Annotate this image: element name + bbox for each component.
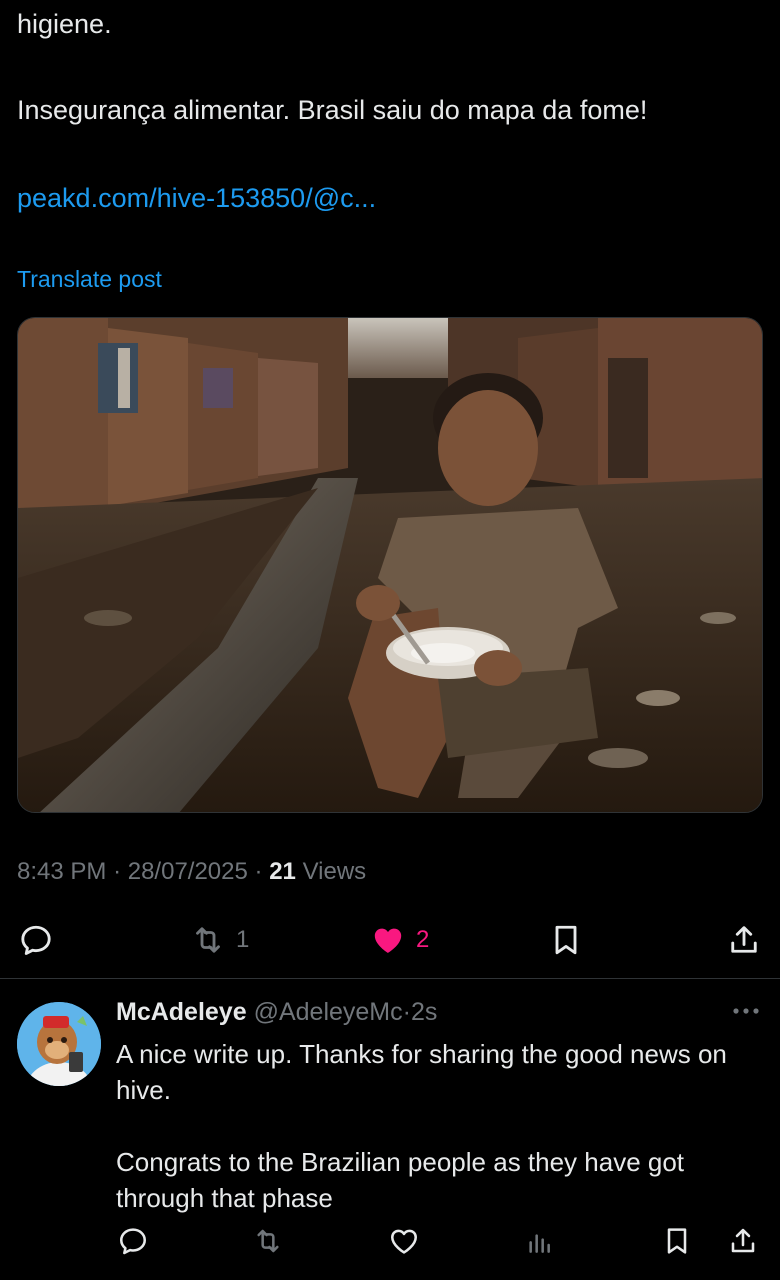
share-icon (731, 1228, 755, 1253)
more-icon (733, 1008, 759, 1014)
reply-bookmark-button[interactable] (661, 1225, 693, 1262)
reply-author-handle[interactable]: @AdeleyeMc (254, 998, 403, 1026)
post-date[interactable]: 28/07/2025 (128, 858, 248, 885)
reply-icon (120, 1228, 147, 1255)
avatar[interactable] (17, 1002, 101, 1086)
reply-time[interactable]: 2s (411, 998, 437, 1026)
reply-retweet-button[interactable] (252, 1225, 284, 1262)
reply-body: A nice write up. Thanks for sharing the … (116, 1036, 756, 1216)
post-text-line: Insegurança alimentar. Brasil saiu do ma… (17, 95, 648, 125)
post-time[interactable]: 8:43 PM (17, 858, 106, 885)
reply-paragraph: A nice write up. Thanks for sharing the … (116, 1039, 727, 1105)
retweet-button[interactable]: 1 (190, 915, 249, 965)
post-image-illustration (18, 318, 762, 812)
retweet-icon (257, 1229, 279, 1253)
heart-icon (374, 928, 402, 953)
more-button[interactable] (732, 1004, 760, 1022)
reply-like-button[interactable] (388, 1225, 420, 1262)
reply-share-button[interactable] (727, 1225, 759, 1262)
post-meta: 8:43 PM · 28/07/2025 · 21 Views (17, 858, 366, 886)
reply-header: McAdeleye @AdeleyeMc·2s (116, 998, 437, 1027)
heart-icon (391, 1229, 417, 1254)
post-actions: 1 2 (0, 915, 780, 965)
meta-separator: · (254, 858, 270, 885)
divider (0, 978, 780, 979)
retweet-count: 1 (236, 926, 250, 953)
translate-post-link[interactable]: Translate post (17, 266, 162, 293)
reply-author-name[interactable]: McAdeleye (116, 998, 247, 1026)
meta-separator: · (113, 858, 128, 885)
reply-button[interactable] (18, 915, 54, 965)
bookmark-icon (555, 925, 577, 955)
reply-actions (0, 1225, 780, 1265)
post-link[interactable]: peakd.com/hive-153850/@c... (17, 176, 376, 220)
share-button[interactable] (726, 915, 762, 965)
views-icon (529, 1234, 550, 1253)
reply-tweet[interactable]: McAdeleye @AdeleyeMc·2s A nice write up.… (0, 980, 780, 1280)
like-count: 2 (416, 926, 430, 953)
bookmark-button[interactable] (548, 915, 584, 965)
views-label: Views (302, 858, 367, 885)
retweet-icon (196, 927, 220, 953)
views-count: 21 (269, 858, 296, 885)
meta-separator: · (402, 998, 411, 1026)
reply-views-button[interactable] (524, 1225, 556, 1262)
reply-paragraph: Congrats to the Brazilian people as they… (116, 1147, 685, 1213)
like-button[interactable]: 2 (370, 915, 429, 965)
post-image[interactable] (17, 317, 763, 813)
post-text-line: higiene. (17, 9, 112, 39)
bookmark-icon (667, 1228, 687, 1254)
share-icon (731, 926, 757, 953)
reply-reply-button[interactable] (117, 1225, 149, 1262)
avatar-image (17, 1002, 101, 1086)
reply-icon (21, 925, 51, 955)
